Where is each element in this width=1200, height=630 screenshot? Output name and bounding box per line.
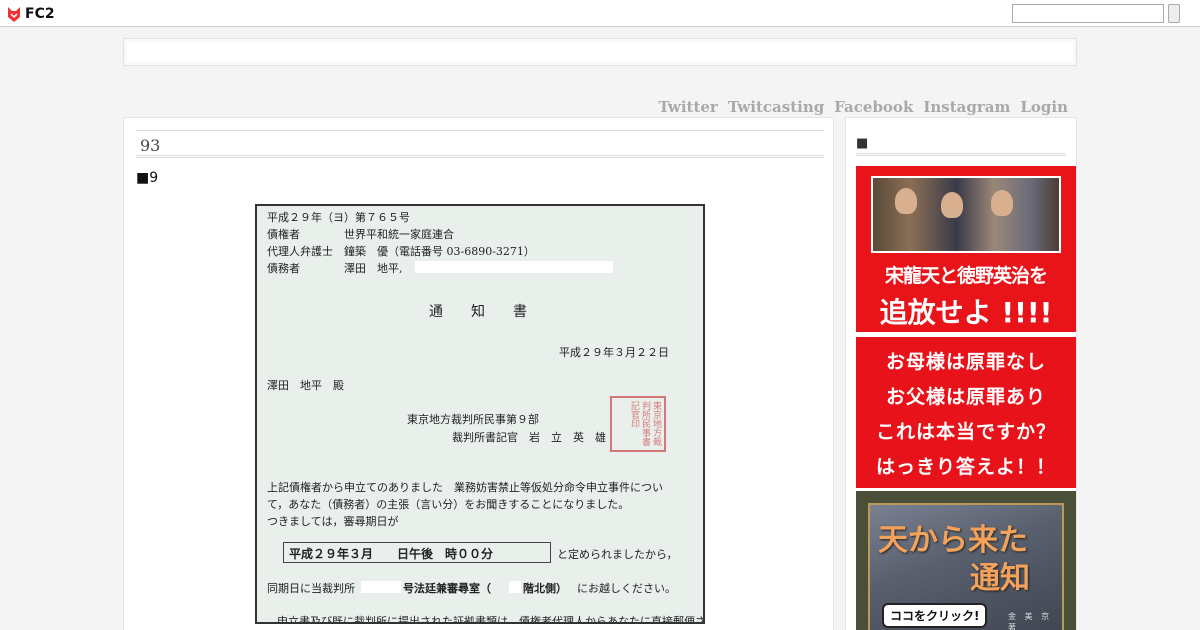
banner-expel-line1: 宋龍天と徳野英治を: [884, 265, 1048, 287]
banner-photo: [871, 176, 1061, 253]
top-nav: Twitter Twitcasting Facebook Instagram L…: [658, 98, 1068, 116]
doc-debtor: 債務者 澤田 地平,: [267, 262, 403, 275]
book-author: 金 美 京 著: [1008, 612, 1053, 630]
banner-expel-line2: 追放せよ !!!!: [879, 296, 1053, 329]
sidebar-title: ■: [856, 136, 1066, 156]
redaction-bar: [509, 581, 521, 593]
doc-body-line-4: と定められましたから，: [557, 548, 678, 561]
main-content: 93 ■9 平成２９年（ヨ）第７６５号 債権者 世界平和統一家庭連合 代理人弁護…: [123, 117, 834, 630]
doc-body-line-3: つきましては，審尋期日が: [267, 515, 399, 528]
doc-body-line-1: 上記債権者から申立てのありました 業務妨害禁止等仮処分命令申立事件につい: [267, 481, 663, 494]
doc-attorney: 代理人弁護士 鐘築 優（電話番号 03-6890-3271）: [267, 245, 535, 258]
nav-link-login[interactable]: Login: [1020, 98, 1068, 116]
doc-body-line-8: にお越しください。: [577, 582, 676, 595]
photo-person: [941, 192, 963, 218]
nav-link-instagram[interactable]: Instagram: [923, 98, 1010, 116]
banner-text-line: これは本当ですか？: [875, 421, 1056, 443]
book-cover: 天から来た 通知 ココをクリック! 金 美 京 著: [868, 503, 1064, 630]
doc-body-line-6: 号法廷兼審尋室（: [403, 582, 491, 595]
doc-court: 東京地方裁判所民事第９部: [407, 413, 539, 426]
banner-text-line: はっきり答えよ！！: [875, 456, 1056, 478]
nav-link-twitcasting[interactable]: Twitcasting: [728, 98, 824, 116]
post-section-label: ■9: [136, 170, 159, 186]
scanned-notice-image: 平成２９年（ヨ）第７６５号 債権者 世界平和統一家庭連合 代理人弁護士 鐘築 優…: [255, 204, 705, 624]
doc-clerk: 裁判所書記官 岩 立 英 雄: [452, 431, 606, 444]
photo-person: [895, 188, 917, 214]
fc2-search-button[interactable]: [1168, 4, 1180, 23]
doc-heading: 通 知 書: [429, 304, 527, 320]
book-title-line2: 通知: [970, 561, 1030, 596]
doc-body-line-9: 申立書及び既に裁判所に提出された証拠書類は，債権者代理人からあなたに直接郵便され…: [277, 615, 705, 624]
nav-link-twitter[interactable]: Twitter: [658, 98, 717, 116]
photo-person: [991, 190, 1013, 216]
sidebar: ■ 宋龍天と徳野英治を 追放せよ !!!! お母様は原罪なし お父様は原罪あり …: [845, 117, 1077, 630]
doc-creditor: 債権者 世界平和統一家庭連合: [267, 228, 454, 241]
banner-text-line: お父様は原罪あり: [885, 386, 1046, 408]
redaction-bar: [415, 261, 613, 273]
fc2-top-bar: FC2: [0, 0, 1200, 27]
banner-expel[interactable]: 宋龍天と徳野英治を 追放せよ !!!!: [856, 166, 1076, 332]
blog-header: [123, 38, 1077, 66]
click-here-button[interactable]: ココをクリック!: [882, 603, 988, 628]
doc-hearing-date-box: 平成２９年３月 日午後 時００分: [283, 542, 551, 563]
fc2-logo[interactable]: FC2: [6, 4, 55, 24]
doc-body-line-7: 階北側）: [523, 582, 567, 595]
post-title[interactable]: 93: [136, 130, 824, 158]
fc2-fox-icon: [8, 7, 20, 22]
redaction-bar: [361, 581, 401, 593]
fc2-logo-text: FC2: [25, 6, 55, 22]
doc-date: 平成２９年３月２２日: [559, 346, 669, 359]
doc-body-line-2: て，あなた（債務者）の主張（言い分）をお聞きすることになりました。: [267, 498, 630, 511]
nav-link-facebook[interactable]: Facebook: [834, 98, 913, 116]
doc-addressee: 澤田 地平 殿: [267, 379, 344, 392]
fc2-search-input[interactable]: [1012, 4, 1164, 23]
banner-text-line: お母様は原罪なし: [885, 351, 1046, 373]
doc-case-number: 平成２９年（ヨ）第７６５号: [267, 211, 410, 224]
doc-body-line-5: 同期日に当裁判所: [267, 582, 355, 595]
court-seal: 東京地方裁判所民事書記官印: [610, 396, 666, 452]
banner-book[interactable]: 天から来た 通知 ココをクリック! 金 美 京 著: [856, 491, 1076, 630]
banner-original-sin[interactable]: お母様は原罪なし お父様は原罪あり これは本当ですか？ はっきり答えよ！！: [856, 337, 1076, 488]
